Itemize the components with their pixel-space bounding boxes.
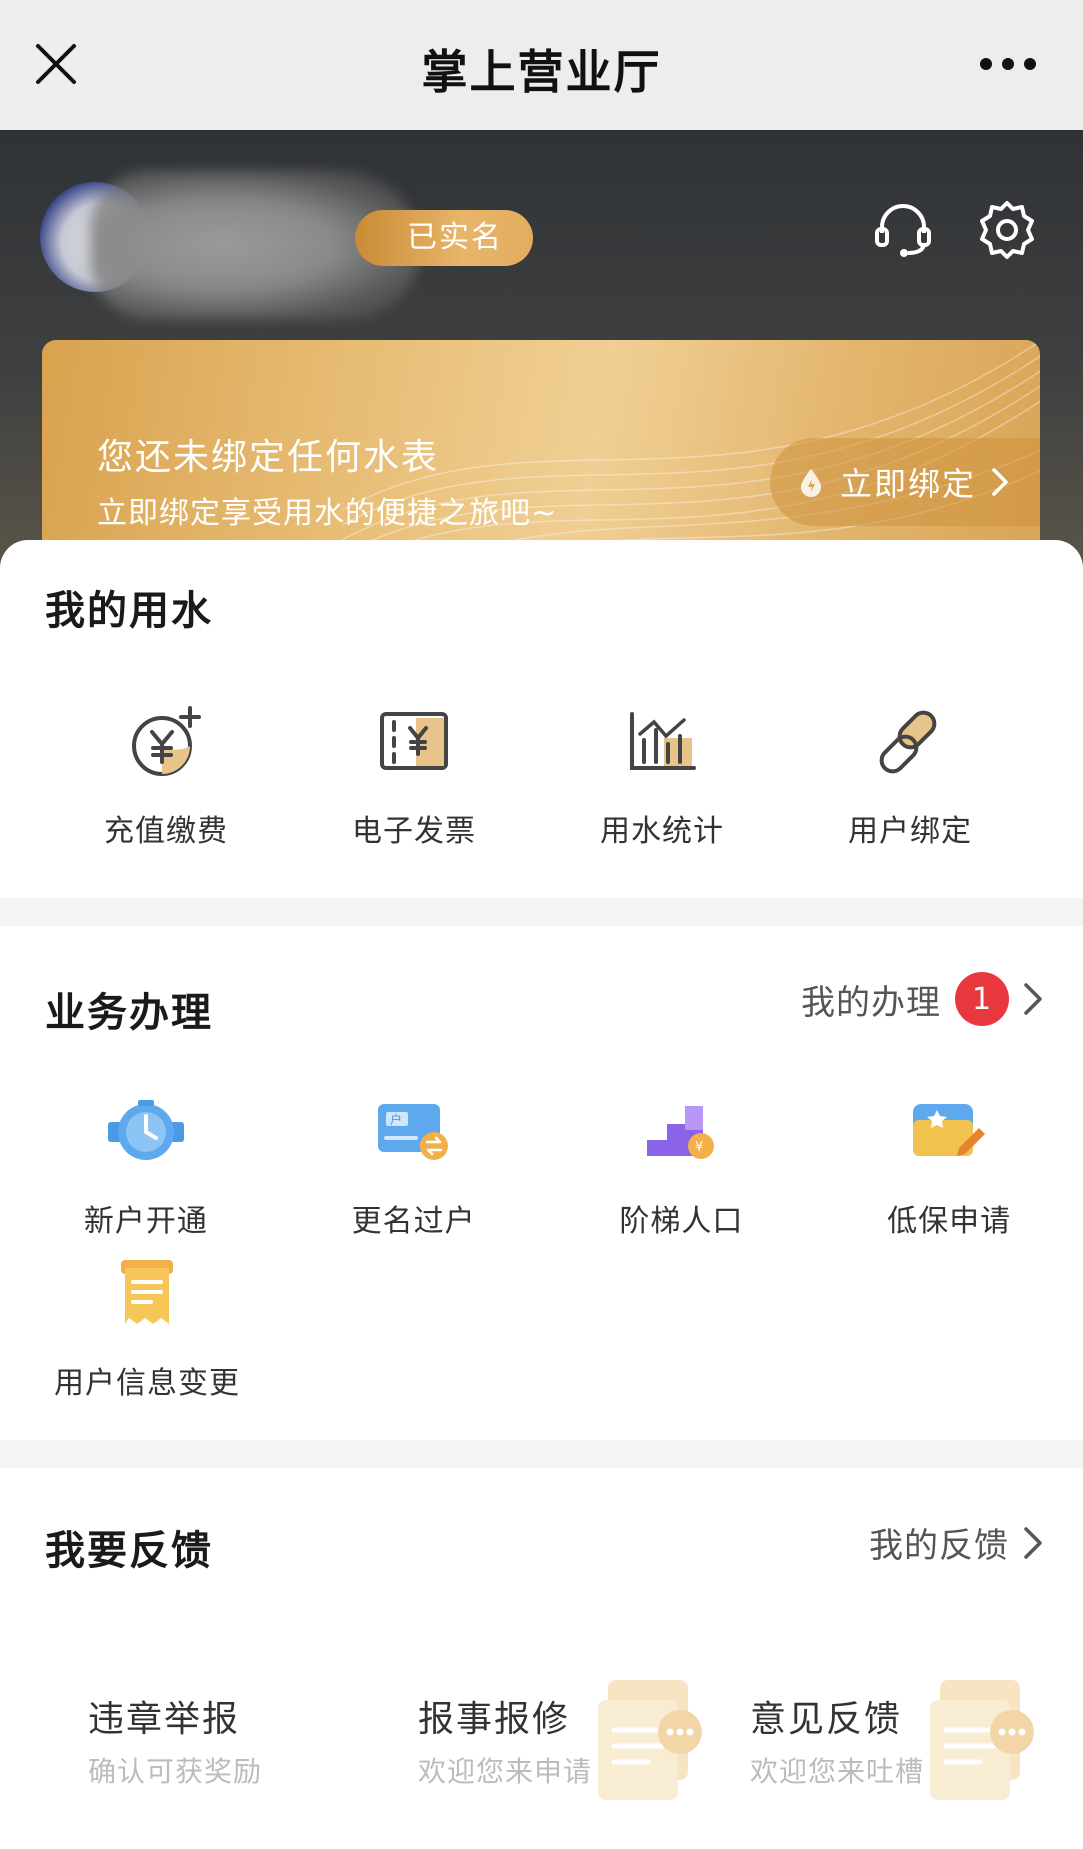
svg-text:¥: ¥ bbox=[695, 1140, 703, 1155]
user-profile[interactable] bbox=[40, 170, 420, 320]
user-info-change-item[interactable]: 用户信息变更 bbox=[12, 1252, 282, 1402]
low-income-application-item[interactable]: 低保申请 bbox=[815, 1090, 1083, 1240]
tier-steps-icon: ¥ bbox=[647, 1106, 715, 1159]
opinion-feedback-title: 意见反馈 bbox=[750, 1699, 903, 1740]
title-bar: 掌上营业厅 bbox=[0, 0, 1083, 130]
chevron-right-icon bbox=[1024, 983, 1042, 1015]
more-icon bbox=[980, 58, 1036, 70]
user-binding-label: 用户绑定 bbox=[848, 814, 972, 849]
low-income-application-label: 低保申请 bbox=[887, 1204, 1012, 1239]
recharge-icon bbox=[132, 706, 201, 776]
recharge-label: 充值缴费 bbox=[104, 814, 228, 849]
repair-report-subtitle: 欢迎您来申请 bbox=[418, 1755, 593, 1788]
page-title: 掌上营业厅 bbox=[421, 45, 662, 99]
content-sheet: 我的用水 充值缴费 电子发票 用水统计 用户绑定 业务办理 我的办理 1 新户开… bbox=[0, 540, 1083, 1849]
headset-icon bbox=[875, 204, 931, 257]
customer-service-button[interactable] bbox=[868, 195, 938, 265]
my-handling-link[interactable]: 我的办理 1 bbox=[801, 972, 1043, 1026]
water-drop-icon bbox=[801, 469, 821, 497]
my-water-title: 我的用水 bbox=[45, 588, 213, 634]
banner-subtitle: 立即绑定享受用水的便捷之旅吧~ bbox=[97, 496, 558, 531]
my-water-grid: 充值缴费 电子发票 用水统计 用户绑定 bbox=[0, 700, 1083, 850]
name-transfer-label: 更名过户 bbox=[351, 1204, 476, 1239]
section-divider bbox=[0, 1440, 1083, 1468]
link-icon bbox=[879, 710, 937, 774]
invoice-item[interactable]: 电子发票 bbox=[290, 700, 538, 850]
new-account-label: 新户开通 bbox=[83, 1204, 208, 1239]
my-handling-label: 我的办理 bbox=[801, 982, 941, 1023]
tier-population-label: 阶梯人口 bbox=[619, 1204, 744, 1239]
opinion-feedback-subtitle: 欢迎您来吐槽 bbox=[750, 1755, 925, 1788]
user-binding-item[interactable]: 用户绑定 bbox=[786, 700, 1034, 850]
bind-now-label: 立即绑定 bbox=[840, 465, 977, 503]
violation-report-subtitle: 确认可获奖励 bbox=[88, 1755, 263, 1788]
name-transfer-item[interactable]: 户 更名过户 bbox=[280, 1090, 548, 1240]
violation-report-card[interactable]: 违章举报 确认可获奖励 bbox=[88, 1690, 408, 1849]
statistics-icon bbox=[630, 712, 696, 770]
banner-title: 您还未绑定任何水表 bbox=[97, 437, 440, 478]
feedback-title: 我要反馈 bbox=[45, 1528, 213, 1574]
violation-report-title: 违章举报 bbox=[88, 1699, 241, 1740]
invoice-icon bbox=[380, 712, 448, 770]
bind-now-button[interactable]: 立即绑定 bbox=[770, 438, 1040, 526]
more-button[interactable] bbox=[973, 44, 1043, 84]
bind-meter-banner[interactable]: 您还未绑定任何水表 立即绑定享受用水的便捷之旅吧~ 立即绑定 bbox=[42, 340, 1040, 570]
my-handling-count-badge: 1 bbox=[955, 972, 1009, 1026]
repair-report-card[interactable]: 报事报修 欢迎您来申请 bbox=[418, 1680, 738, 1849]
recharge-item[interactable]: 充值缴费 bbox=[42, 700, 290, 850]
statistics-label: 用水统计 bbox=[600, 814, 724, 849]
my-feedback-link[interactable]: 我的反馈 bbox=[869, 1518, 1043, 1567]
verified-badge: 已实名 bbox=[355, 210, 533, 266]
my-feedback-label: 我的反馈 bbox=[869, 1526, 1009, 1566]
water-meter-icon bbox=[107, 1100, 184, 1160]
svg-text:户: 户 bbox=[390, 1112, 402, 1127]
repair-report-title: 报事报修 bbox=[418, 1699, 571, 1740]
business-grid-row2: 用户信息变更 bbox=[0, 1252, 1083, 1402]
invoice-label: 电子发票 bbox=[352, 814, 476, 849]
business-grid: 新户开通 户 更名过户 ¥ 阶梯人口 低保申请 bbox=[0, 1090, 1083, 1240]
chevron-right-icon bbox=[1024, 1526, 1042, 1559]
statistics-item[interactable]: 用水统计 bbox=[538, 700, 786, 850]
chevron-right-icon bbox=[992, 468, 1008, 496]
tier-population-item[interactable]: ¥ 阶梯人口 bbox=[548, 1090, 816, 1240]
opinion-feedback-card[interactable]: 意见反馈 欢迎您来吐槽 bbox=[750, 1680, 1070, 1849]
section-divider bbox=[0, 898, 1083, 926]
gear-icon bbox=[980, 201, 1034, 259]
user-header: 已实名 您还未绑定任何水表 立即绑定享受用水的便捷之旅吧~ 立即绑定 bbox=[0, 130, 1083, 570]
business-title: 业务办理 bbox=[45, 990, 213, 1036]
transfer-card-icon: 户 bbox=[377, 1104, 448, 1160]
user-info-change-label: 用户信息变更 bbox=[54, 1366, 240, 1401]
new-account-item[interactable]: 新户开通 bbox=[12, 1090, 280, 1240]
settings-button[interactable] bbox=[972, 195, 1042, 265]
subsidy-folder-icon bbox=[913, 1104, 986, 1156]
document-icon bbox=[121, 1260, 173, 1324]
